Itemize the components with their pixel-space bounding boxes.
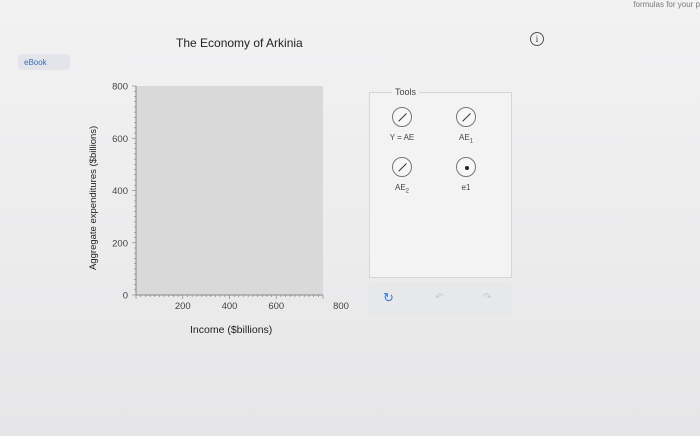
page-background: formulas for your p eBook i The Economy … [0,0,700,436]
plot-area[interactable] [136,86,323,295]
x-axis-label: Income ($billions) [190,324,273,336]
x-tick-label: 200 [175,301,191,312]
tool-ae1[interactable]: AE1 [436,107,496,145]
graph-canvas[interactable]: 0 200 400 600 800 200 400 600 800 [0,0,700,436]
line-tool-icon[interactable] [392,107,412,127]
undo-arrow-icon[interactable]: ↶ [435,292,449,306]
tool-e1[interactable]: e1 [436,157,496,192]
tool-label-ae1: AE1 [458,133,473,145]
action-bar: ↻ ↶ ↷ [369,282,511,316]
x-tick-label: 800 [333,301,349,312]
y-tick-label: 0 [123,291,128,302]
refresh-icon[interactable]: ↻ [383,291,397,305]
tool-ae2[interactable]: AE2 [372,157,432,195]
y-tick-label: 600 [112,134,128,145]
tool-label-e1: e1 [461,183,471,192]
tools-panel: Tools Y = AE AE1 AE2 e1 [369,87,512,278]
tool-label-y-ae: Y = AE [389,133,415,142]
line-tool-icon[interactable] [392,157,412,177]
line-tool-icon[interactable] [456,107,476,127]
tool-y-equals-ae[interactable]: Y = AE [372,107,432,142]
x-tick-label: 600 [268,301,284,312]
tool-label-ae2: AE2 [394,183,409,195]
y-tick-label: 200 [112,238,128,249]
x-tick-label: 400 [222,301,238,312]
y-tick-label: 800 [112,82,128,93]
redo-arrow-icon[interactable]: ↷ [483,292,497,306]
point-tool-icon[interactable] [456,157,476,177]
y-tick-label: 400 [112,186,128,197]
tools-title: Tools [392,87,420,97]
